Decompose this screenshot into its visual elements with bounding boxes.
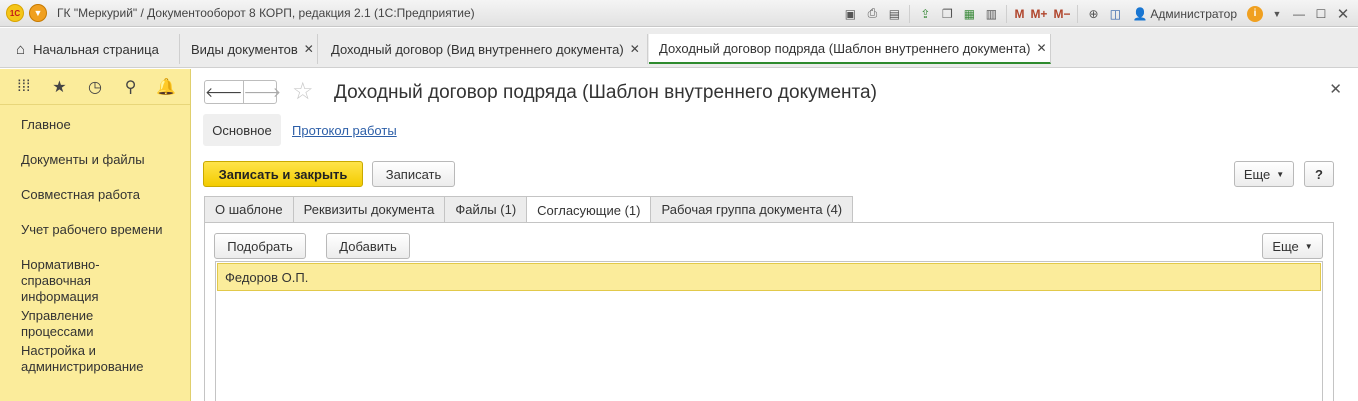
close-form-icon[interactable]: ✕ bbox=[1329, 80, 1342, 98]
more-label: Еще bbox=[1243, 166, 1271, 182]
sidebar-item-settings[interactable]: Настройка и администрирование bbox=[0, 343, 150, 375]
memory-m-button[interactable]: M bbox=[1011, 3, 1027, 25]
chevron-down-icon: ▼ bbox=[1304, 241, 1313, 251]
close-icon[interactable]: ✕ bbox=[630, 42, 640, 56]
upload-icon[interactable]: ⇪ bbox=[914, 3, 936, 25]
toolbar-divider bbox=[909, 4, 911, 23]
titlebar-toolbar: ▣ ⎙ ▤ ⇪ ❐ ▦ ▥ M M+ M− ⊕ ◫ 👤 Администрато… bbox=[839, 0, 1358, 27]
tab-work-group[interactable]: Рабочая группа документа (4) bbox=[650, 196, 854, 222]
favorite-star-icon[interactable]: ☆ bbox=[292, 79, 314, 105]
save-button[interactable]: Записать bbox=[372, 161, 455, 187]
minimize-icon[interactable]: — bbox=[1288, 3, 1310, 25]
app-logo: 1С bbox=[6, 4, 24, 22]
approvers-panel: Подобрать Добавить Еще ▼ Федоров О.П. bbox=[204, 222, 1334, 401]
calculator-icon[interactable]: ▦ bbox=[958, 3, 980, 25]
memory-plus-button[interactable]: M+ bbox=[1027, 3, 1050, 25]
save-and-close-button[interactable]: Записать и закрыть bbox=[203, 161, 363, 187]
list-more-button[interactable]: Еще ▼ bbox=[1262, 233, 1323, 259]
search-icon[interactable]: ⚲ bbox=[119, 75, 143, 99]
tab-label: Доходный договор подряда (Шаблон внутрен… bbox=[659, 40, 1031, 56]
more-label: Еще bbox=[1272, 238, 1299, 254]
close-icon[interactable]: ✕ bbox=[1036, 41, 1046, 55]
tab-home[interactable]: ⌂ Начальная страница bbox=[10, 34, 180, 64]
sidebar-item-processes[interactable]: Управление процессами bbox=[0, 308, 190, 340]
tab-label: Доходный договор (Вид внутреннего докуме… bbox=[331, 41, 624, 57]
history-icon[interactable]: ◷ bbox=[83, 75, 107, 99]
sections-panel: ⁞⁞⁞ ★ ◷ ⚲ 🔔 Главное Документы и файлы Со… bbox=[0, 69, 191, 401]
user-name: Администратор bbox=[1150, 6, 1237, 21]
list-item[interactable]: Федоров О.П. bbox=[217, 263, 1321, 291]
tab-contract-template[interactable]: Доходный договор подряда (Шаблон внутрен… bbox=[649, 34, 1051, 64]
tab-document-attributes[interactable]: Реквизиты документа bbox=[292, 196, 446, 222]
close-window-icon[interactable]: ✕ bbox=[1332, 3, 1354, 25]
bell-icon[interactable]: 🔔 bbox=[154, 75, 178, 99]
sidebar-item-main[interactable]: Главное bbox=[0, 117, 92, 133]
sidebar-toolbar: ⁞⁞⁞ ★ ◷ ⚲ 🔔 bbox=[0, 69, 190, 105]
toolbar-divider bbox=[1077, 4, 1079, 23]
help-button[interactable]: ? bbox=[1304, 161, 1334, 187]
pick-button[interactable]: Подобрать bbox=[214, 233, 306, 259]
sidebar-item-collaboration[interactable]: Совместная работа bbox=[0, 187, 161, 203]
home-icon: ⌂ bbox=[16, 40, 26, 58]
chevron-down-icon: ▼ bbox=[1276, 169, 1285, 179]
panels-icon[interactable]: ◫ bbox=[1104, 3, 1126, 25]
print-icon[interactable]: ⎙ bbox=[861, 3, 883, 25]
tab-about-template[interactable]: О шаблоне bbox=[204, 196, 294, 222]
approvers-list: Федоров О.П. bbox=[215, 261, 1323, 401]
sidebar-item-documents[interactable]: Документы и файлы bbox=[0, 152, 166, 168]
user-menu[interactable]: 👤 Администратор bbox=[1132, 7, 1237, 21]
apps-grid-icon[interactable]: ⁞⁞⁞ bbox=[12, 75, 36, 99]
favorites-star-icon[interactable]: ★ bbox=[47, 75, 71, 99]
title-bar: 1С ▼ ГК "Меркурий" / Документооборот 8 К… bbox=[0, 0, 1358, 27]
open-tabs-bar: ⌂ Начальная страница Виды документов ✕ Д… bbox=[0, 28, 1358, 68]
tab-label: Виды документов bbox=[191, 41, 298, 57]
main-menu-button[interactable]: ▼ bbox=[29, 4, 47, 22]
user-icon: 👤 bbox=[1132, 6, 1148, 21]
subnav-work-log-link[interactable]: Протокол работы bbox=[292, 123, 397, 138]
tab-label: Начальная страница bbox=[33, 41, 159, 57]
preview-icon[interactable]: ▤ bbox=[883, 3, 905, 25]
dropdown-icon[interactable]: ▼ bbox=[1266, 3, 1288, 25]
tab-document-types[interactable]: Виды документов ✕ bbox=[181, 34, 318, 64]
info-icon[interactable]: i bbox=[1247, 5, 1263, 22]
forward-arrow-icon[interactable]: 🡒 bbox=[242, 81, 281, 103]
subnav-main[interactable]: Основное bbox=[203, 114, 281, 146]
back-arrow-icon[interactable]: 🡐 bbox=[205, 81, 243, 103]
close-icon[interactable]: ✕ bbox=[304, 42, 314, 56]
copy-icon[interactable]: ❐ bbox=[936, 3, 958, 25]
sidebar-item-reference[interactable]: Нормативно-справочная информация bbox=[0, 257, 180, 305]
tab-files[interactable]: Файлы (1) bbox=[444, 196, 528, 222]
add-button[interactable]: Добавить bbox=[326, 233, 410, 259]
memory-minus-button[interactable]: M− bbox=[1050, 3, 1073, 25]
window-title: ГК "Меркурий" / Документооборот 8 КОРП, … bbox=[57, 6, 475, 20]
page-title: Доходный договор подряда (Шаблон внутрен… bbox=[334, 82, 877, 103]
approver-name: Федоров О.П. bbox=[225, 269, 309, 285]
sidebar-item-timekeeping[interactable]: Учет рабочего времени bbox=[0, 222, 184, 238]
form-area: 🡐 🡒 ☆ Доходный договор подряда (Шаблон в… bbox=[192, 69, 1358, 401]
save-icon[interactable]: ▣ bbox=[839, 3, 861, 25]
calendar-icon[interactable]: ▥ bbox=[980, 3, 1002, 25]
more-button[interactable]: Еще ▼ bbox=[1234, 161, 1294, 187]
maximize-icon[interactable]: ☐ bbox=[1310, 3, 1332, 25]
zoom-icon[interactable]: ⊕ bbox=[1082, 3, 1104, 25]
tab-approvers[interactable]: Согласующие (1) bbox=[526, 196, 652, 223]
form-tabs: О шаблоне Реквизиты документа Файлы (1) … bbox=[204, 196, 854, 223]
history-nav: 🡐 🡒 bbox=[204, 80, 281, 104]
toolbar-divider bbox=[1006, 4, 1008, 23]
tab-income-contract-type[interactable]: Доходный договор (Вид внутреннего докуме… bbox=[319, 34, 648, 64]
